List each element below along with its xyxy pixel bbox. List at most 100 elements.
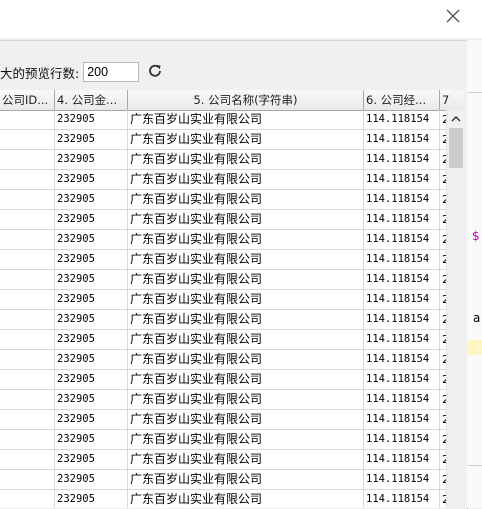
table-cell-c2[interactable]: 232905 [55,370,128,389]
table-cell-c1[interactable] [0,410,55,429]
table-cell-c4[interactable]: 114.118154 [364,170,440,189]
table-cell-c2[interactable]: 232905 [55,490,128,508]
table-cell-c1[interactable] [0,110,55,129]
table-cell-c2[interactable]: 232905 [55,230,128,249]
max-preview-rows-input[interactable] [83,62,140,82]
table-row[interactable]: 232905 广东百岁山实业有限公司 114.118154 2 [0,330,446,350]
table-cell-c3[interactable]: 广东百岁山实业有限公司 [128,230,364,249]
table-cell-c2[interactable]: 232905 [55,330,128,349]
table-cell-c4[interactable]: 114.118154 [364,270,440,289]
vertical-scrollbar[interactable] [446,110,464,508]
table-cell-c3[interactable]: 广东百岁山实业有限公司 [128,430,364,449]
refresh-button[interactable] [146,62,164,80]
table-cell-c4[interactable]: 114.118154 [364,450,440,469]
table-cell-c2[interactable]: 232905 [55,210,128,229]
table-row[interactable]: 232905 广东百岁山实业有限公司 114.118154 2 [0,250,446,270]
table-cell-c2[interactable]: 232905 [55,310,128,329]
table-cell-c2[interactable]: 232905 [55,470,128,489]
table-cell-c3[interactable]: 广东百岁山实业有限公司 [128,110,364,129]
table-cell-c2[interactable]: 232905 [55,430,128,449]
table-cell-c4[interactable]: 114.118154 [364,330,440,349]
table-cell-c3[interactable]: 广东百岁山实业有限公司 [128,150,364,169]
table-cell-c3[interactable]: 广东百岁山实业有限公司 [128,450,364,469]
scroll-up-button[interactable] [447,110,464,127]
table-cell-c4[interactable]: 114.118154 [364,430,440,449]
table-cell-c4[interactable]: 114.118154 [364,370,440,389]
table-cell-c1[interactable] [0,430,55,449]
table-cell-c2[interactable]: 232905 [55,450,128,469]
table-cell-c1[interactable] [0,290,55,309]
table-cell-c2[interactable]: 232905 [55,390,128,409]
table-row[interactable]: 232905 广东百岁山实业有限公司 114.118154 2 [0,230,446,250]
table-cell-c4[interactable]: 114.118154 [364,350,440,369]
table-row[interactable]: 232905 广东百岁山实业有限公司 114.118154 2 [0,150,446,170]
table-cell-c4[interactable]: 114.118154 [364,290,440,309]
table-cell-c3[interactable]: 广东百岁山实业有限公司 [128,310,364,329]
table-cell-c2[interactable]: 232905 [55,150,128,169]
table-cell-c4[interactable]: 114.118154 [364,250,440,269]
table-cell-c3[interactable]: 广东百岁山实业有限公司 [128,170,364,189]
table-cell-c3[interactable]: 广东百岁山实业有限公司 [128,130,364,149]
table-cell-c4[interactable]: 114.118154 [364,230,440,249]
table-cell-c1[interactable] [0,490,55,508]
table-cell-c3[interactable]: 广东百岁山实业有限公司 [128,370,364,389]
table-cell-c3[interactable]: 广东百岁山实业有限公司 [128,270,364,289]
table-row[interactable]: 232905 广东百岁山实业有限公司 114.118154 2 [0,350,446,370]
table-row[interactable]: 232905 广东百岁山实业有限公司 114.118154 2 [0,170,446,190]
table-row[interactable]: 232905 广东百岁山实业有限公司 114.118154 2 [0,410,446,430]
table-cell-c2[interactable]: 232905 [55,110,128,129]
table-cell-c2[interactable]: 232905 [55,190,128,209]
table-row[interactable]: 232905 广东百岁山实业有限公司 114.118154 2 [0,270,446,290]
table-cell-c4[interactable]: 114.118154 [364,190,440,209]
table-cell-c4[interactable]: 114.118154 [364,210,440,229]
table-cell-c4[interactable]: 114.118154 [364,310,440,329]
table-row[interactable]: 232905 广东百岁山实业有限公司 114.118154 2 [0,450,446,470]
table-cell-c1[interactable] [0,210,55,229]
table-cell-c3[interactable]: 广东百岁山实业有限公司 [128,210,364,229]
table-cell-c3[interactable]: 广东百岁山实业有限公司 [128,410,364,429]
table-cell-c4[interactable]: 114.118154 [364,110,440,129]
table-cell-c1[interactable] [0,170,55,189]
column-header-company-name[interactable]: 5. 公司名称(字符串) [128,90,364,110]
table-row[interactable]: 232905 广东百岁山实业有限公司 114.118154 2 [0,130,446,150]
table-cell-c4[interactable]: 114.118154 [364,130,440,149]
table-cell-c3[interactable]: 广东百岁山实业有限公司 [128,330,364,349]
table-row[interactable]: 232905 广东百岁山实业有限公司 114.118154 2 [0,290,446,310]
table-cell-c2[interactable]: 232905 [55,130,128,149]
table-cell-c2[interactable]: 232905 [55,350,128,369]
table-cell-c2[interactable]: 232905 [55,290,128,309]
table-cell-c1[interactable] [0,330,55,349]
column-header-company-longitude[interactable]: 6. 公司经... [364,90,440,110]
column-header-7[interactable]: 7 [440,90,464,110]
table-cell-c1[interactable] [0,350,55,369]
table-cell-c1[interactable] [0,310,55,329]
table-cell-c3[interactable]: 广东百岁山实业有限公司 [128,350,364,369]
table-cell-c1[interactable] [0,470,55,489]
table-cell-c2[interactable]: 232905 [55,250,128,269]
table-row[interactable]: 232905 广东百岁山实业有限公司 114.118154 2 [0,310,446,330]
table-cell-c1[interactable] [0,150,55,169]
table-row[interactable]: 232905 广东百岁山实业有限公司 114.118154 2 [0,210,446,230]
table-cell-c3[interactable]: 广东百岁山实业有限公司 [128,490,364,508]
table-cell-c4[interactable]: 114.118154 [364,390,440,409]
column-header-company-amount[interactable]: 4. 公司金... [55,90,128,110]
table-cell-c1[interactable] [0,390,55,409]
table-cell-c3[interactable]: 广东百岁山实业有限公司 [128,190,364,209]
table-cell-c4[interactable]: 114.118154 [364,470,440,489]
table-cell-c1[interactable] [0,230,55,249]
scroll-thumb[interactable] [449,128,463,168]
table-row[interactable]: 232905 广东百岁山实业有限公司 114.118154 2 [0,470,446,490]
column-header-company-id[interactable]: 公司ID... [0,90,55,110]
table-cell-c3[interactable]: 广东百岁山实业有限公司 [128,250,364,269]
table-cell-c3[interactable]: 广东百岁山实业有限公司 [128,470,364,489]
table-cell-c1[interactable] [0,450,55,469]
table-cell-c1[interactable] [0,270,55,289]
table-cell-c2[interactable]: 232905 [55,270,128,289]
table-row[interactable]: 232905 广东百岁山实业有限公司 114.118154 2 [0,190,446,210]
table-cell-c3[interactable]: 广东百岁山实业有限公司 [128,390,364,409]
close-button[interactable] [440,4,466,28]
table-cell-c4[interactable]: 114.118154 [364,410,440,429]
table-cell-c2[interactable]: 232905 [55,170,128,189]
table-cell-c4[interactable]: 114.118154 [364,490,440,508]
table-cell-c1[interactable] [0,250,55,269]
